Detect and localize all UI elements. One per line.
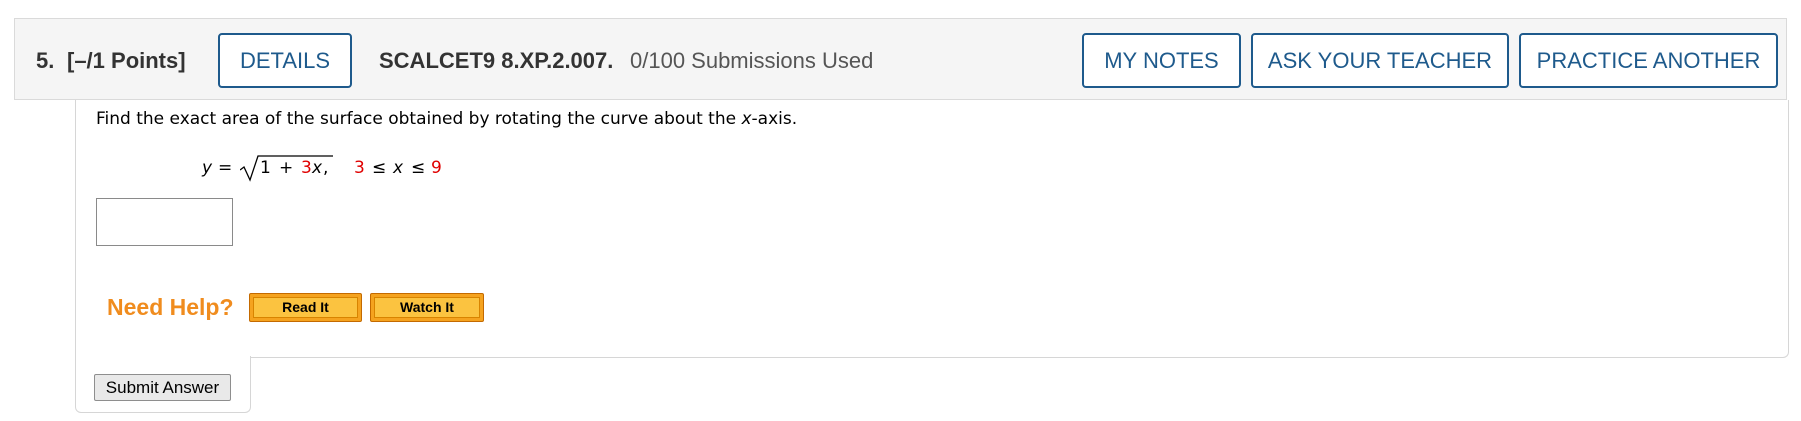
question-number: 5. xyxy=(36,48,55,73)
interval-variable: x xyxy=(393,158,404,178)
equation-one: 1 xyxy=(260,158,271,178)
interval-upper-bound: 9 xyxy=(431,158,442,178)
submit-answer-button[interactable]: Submit Answer xyxy=(94,374,231,401)
equation-plus: + xyxy=(279,158,294,178)
prompt-text-end: -axis. xyxy=(751,109,798,129)
answer-input[interactable] xyxy=(96,198,233,246)
interval-lower-bound: 3 xyxy=(354,158,365,178)
equation-coefficient: 3 xyxy=(301,158,312,178)
watch-it-button[interactable]: Watch It xyxy=(370,293,484,322)
prompt-axis-variable: x xyxy=(741,109,752,129)
interval-le-2: ≤ xyxy=(411,158,426,178)
question-points: [–/1 Points] xyxy=(67,48,186,73)
read-it-button[interactable]: Read It xyxy=(249,293,362,322)
ask-your-teacher-button[interactable]: ASK YOUR TEACHER xyxy=(1251,33,1509,88)
equation-comma: , xyxy=(323,158,329,178)
practice-another-button[interactable]: PRACTICE ANOTHER xyxy=(1519,33,1778,88)
prompt-text-start: Find the exact area of the surface obtai… xyxy=(96,109,742,129)
question-header: 5. [–/1 Points] DETAILS SCALCET9 8.XP.2.… xyxy=(14,18,1787,100)
equation-y: y xyxy=(202,158,213,178)
need-help-label: Need Help? xyxy=(107,294,234,320)
my-notes-button[interactable]: MY NOTES xyxy=(1082,33,1241,88)
details-button[interactable]: DETAILS xyxy=(218,33,352,88)
question-panel: 5. [–/1 Points] DETAILS SCALCET9 8.XP.2.… xyxy=(0,0,1801,421)
watch-it-label: Watch It xyxy=(374,297,480,318)
submissions-used: 0/100 Submissions Used xyxy=(630,48,874,73)
interval-le-1: ≤ xyxy=(372,158,387,178)
read-it-label: Read It xyxy=(253,297,358,318)
question-prompt: Find the exact area of the surface obtai… xyxy=(96,109,797,129)
submit-area-joint xyxy=(76,355,250,359)
problem-code: SCALCET9 8.XP.2.007. xyxy=(379,48,614,73)
equation-equals: = xyxy=(218,158,233,178)
equation-x: x xyxy=(312,158,323,178)
